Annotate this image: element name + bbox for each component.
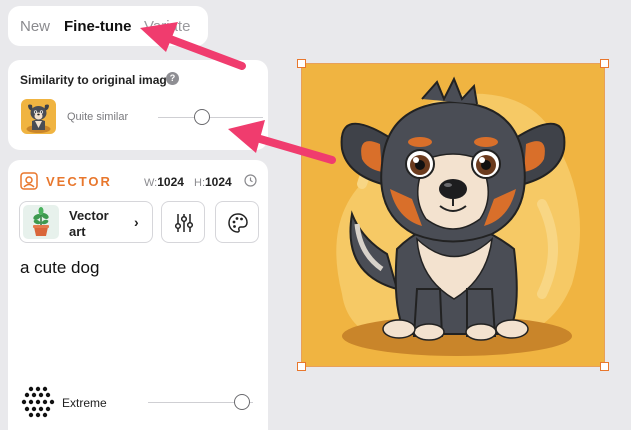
height-label: H:: [194, 177, 205, 189]
height-value: 1024: [205, 175, 232, 189]
resize-handle-bottom-right[interactable]: [600, 362, 609, 371]
plant-icon: [23, 205, 59, 239]
style-selector-button[interactable]: Vector art ›: [19, 201, 153, 243]
generation-panel: VECTOR W:1024 H:1024 Vector art › a cute…: [8, 160, 268, 430]
selected-image[interactable]: [297, 59, 609, 371]
dotted-circle-icon: [21, 386, 55, 418]
color-palette-button[interactable]: [215, 201, 259, 243]
resize-handle-bottom-left[interactable]: [297, 362, 306, 371]
original-image-thumbnail: [21, 99, 56, 134]
mode-tabs: New Fine-tune Variate: [8, 6, 208, 46]
dog-illustration: [302, 64, 604, 366]
width-value: 1024: [157, 175, 184, 189]
width-label: W:: [144, 177, 158, 189]
adjustments-button[interactable]: [161, 201, 205, 243]
extreme-slider-handle[interactable]: [234, 394, 250, 410]
sliders-icon: [174, 214, 194, 232]
palette-icon: [228, 213, 248, 233]
resize-handle-top-right[interactable]: [600, 59, 609, 68]
prompt-text[interactable]: a cute dog: [20, 258, 99, 278]
chevron-right-icon: ›: [134, 214, 139, 230]
similarity-title: Similarity to original image: [20, 73, 174, 87]
similarity-value: Quite similar: [67, 111, 129, 123]
style-name: Vector art: [69, 208, 109, 239]
vector-icon: [20, 172, 38, 190]
clock-icon[interactable]: [244, 174, 257, 187]
tab-variate[interactable]: Variate: [144, 18, 190, 35]
similarity-panel: Similarity to original image ? Quite sim…: [8, 60, 268, 150]
resize-handle-top-left[interactable]: [297, 59, 306, 68]
similarity-slider-track[interactable]: [158, 117, 263, 118]
help-icon[interactable]: ?: [166, 72, 179, 85]
similarity-slider-handle[interactable]: [194, 109, 210, 125]
width-readout[interactable]: W:1024: [144, 175, 184, 189]
tab-fine-tune[interactable]: Fine-tune: [64, 18, 132, 35]
tab-new[interactable]: New: [20, 18, 50, 35]
vector-label: VECTOR: [46, 174, 112, 189]
height-readout[interactable]: H:1024: [194, 175, 232, 189]
extreme-label: Extreme: [62, 396, 107, 410]
